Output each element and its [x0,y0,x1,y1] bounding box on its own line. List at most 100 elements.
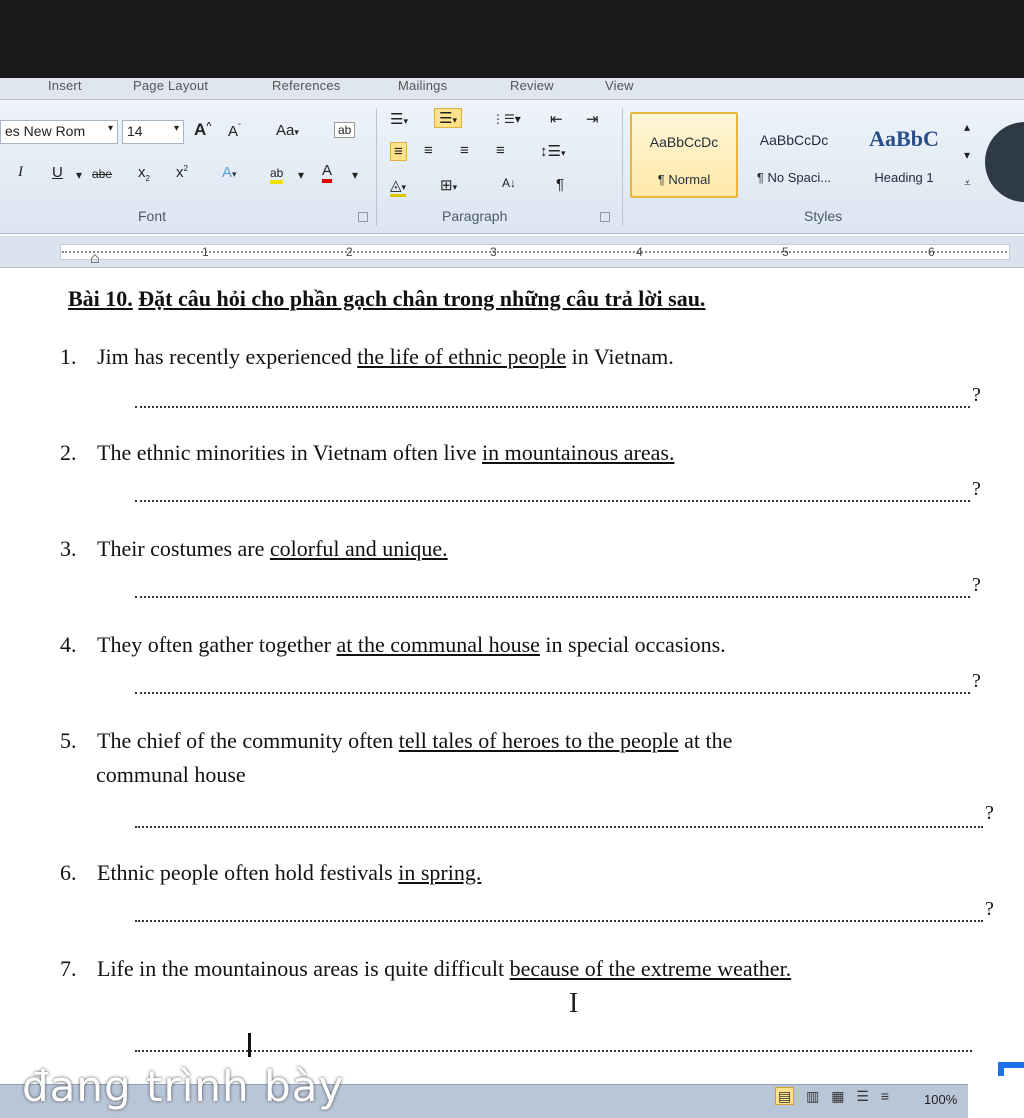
font-size-value: 14 [127,123,143,139]
question-text: Their costumes are [97,536,270,561]
style-heading-1[interactable]: AaBbC Heading 1 [850,112,958,198]
highlight-icon[interactable]: ab [270,166,284,184]
answer-line[interactable] [135,1034,975,1052]
align-right-icon[interactable]: ≡ [460,142,469,159]
font-size-box[interactable]: 14 ▾ [122,120,184,144]
question-number: 7. [60,956,77,981]
question-mark: ? [972,574,981,596]
view-buttons: ▤ ▥ ▦ ☰ ≡ [775,1087,889,1105]
paragraph-group-label: Paragraph [442,208,508,224]
question-text: Jim has recently experienced [97,344,358,369]
align-left-icon[interactable]: ≡ [390,142,407,161]
style-name: Heading 1 [874,170,934,185]
outline-icon[interactable]: ☰ [856,1088,869,1104]
tab-view[interactable]: View [605,78,634,93]
style-normal[interactable]: AaBbCcDc ¶ Normal [630,112,738,198]
print-layout-icon[interactable]: ▤ [775,1087,795,1105]
align-center-icon[interactable]: ≡ [424,142,433,159]
question-number: 6. [60,860,77,885]
ribbon-tabs: Insert Page Layout References Mailings R… [0,78,1024,100]
top-dark-bar [0,0,1024,80]
question-mark: ? [972,478,981,500]
italic-icon[interactable]: I [18,164,23,181]
answer-line[interactable] [135,810,983,828]
chevron-down-icon[interactable]: ▾ [108,123,113,134]
chevron-down-icon[interactable]: ▾ [298,168,304,182]
gallery-scroll-up-icon[interactable]: ▴ [964,120,970,134]
question-text: in special occasions. [539,632,726,657]
ruler-number: 6 [928,245,935,259]
document-page[interactable]: Bài 10. Đặt câu hỏi cho phần gạch chân t… [0,268,1024,1084]
superscript-icon[interactable]: x2 [176,164,188,181]
full-screen-reading-icon[interactable]: ▥ [806,1088,819,1104]
decrease-indent-icon[interactable]: ⇤ [550,110,563,128]
paragraph-dialog-launcher[interactable] [600,212,610,222]
grow-font-icon[interactable]: A^ [194,120,212,140]
gallery-more-icon[interactable]: ⩡ [964,176,971,191]
numbering-icon[interactable]: ☰▾ [434,108,462,128]
change-case-icon[interactable]: Aa▾ [276,122,299,139]
font-name-box[interactable]: es New Rom ▾ [0,120,118,144]
clear-formatting-icon[interactable]: ab [334,122,356,138]
subscript-icon[interactable]: x2 [138,164,150,183]
style-name: ¶ No Spaci... [756,170,832,185]
question-2: 2. The ethnic minorities in Vietnam often… [60,440,674,466]
underlined-phrase: the life of ethnic people [357,344,567,369]
ruler-number: 5 [782,245,789,259]
chevron-down-icon[interactable]: ▾ [76,168,82,182]
justify-icon[interactable]: ≡ [496,142,505,159]
draft-icon[interactable]: ≡ [881,1088,889,1104]
bullets-icon[interactable]: ☰▾ [390,110,408,128]
show-marks-icon[interactable]: ¶ [556,176,564,193]
question-number: 1. [60,344,77,369]
underlined-phrase: colorful and unique. [269,536,448,561]
question-text: in Vietnam. [566,344,674,369]
question-mark: ? [985,802,994,824]
style-sample: AaBbC [869,126,939,151]
answer-line[interactable] [135,580,970,598]
style-no-spacing[interactable]: AaBbCcDc ¶ No Spaci... [740,112,848,198]
question-text: The ethnic minorities in Vietnam often l… [97,440,483,465]
ruler-number: 1 [202,245,209,259]
zoom-level[interactable]: 100% [924,1092,957,1107]
chevron-down-icon[interactable]: ▾ [174,123,179,134]
sort-icon[interactable]: A↓ [502,176,516,190]
text-effects-icon[interactable]: A▾ [222,164,237,181]
tab-references[interactable]: References [272,78,340,93]
borders-icon[interactable]: ⊞▾ [440,176,457,194]
style-sample: AaBbCcDc [759,132,829,148]
question-number: 4. [60,632,77,657]
indent-marker-icon[interactable]: ⌂ [90,250,100,268]
font-color-icon[interactable]: A [322,162,333,183]
exercise-title: Bài 10. Đặt câu hỏi cho phần gạch chân t… [68,286,705,312]
gallery-scroll-down-icon[interactable]: ▾ [964,148,970,162]
underline-icon[interactable]: U [52,164,63,181]
question-5: 5. The chief of the community often tell … [60,728,732,754]
answer-line[interactable] [135,904,983,922]
ruler-number: 2 [346,245,353,259]
strikethrough-icon[interactable]: abe [92,167,112,181]
shading-icon[interactable]: ◬▾ [390,176,407,197]
tab-insert[interactable]: Insert [48,78,82,93]
ruler: ⌂ 1 2 3 4 5 6 [0,236,1024,268]
styles-gallery: AaBbCcDc ¶ Normal AaBbCcDc ¶ No Spaci...… [630,112,960,198]
tab-page-layout[interactable]: Page Layout [133,78,208,93]
font-dialog-launcher[interactable] [358,212,368,222]
question-number: 2. [60,440,77,465]
tab-mailings[interactable]: Mailings [398,78,447,93]
answer-line[interactable] [135,484,970,502]
line-spacing-icon[interactable]: ↕☰▾ [540,142,565,160]
multilevel-list-icon[interactable]: ⋮☰▾ [492,112,521,126]
text-caret [248,1033,251,1057]
answer-line[interactable] [135,676,970,694]
shrink-font-icon[interactable]: Aˇ [228,122,241,140]
increase-indent-icon[interactable]: ⇥ [586,110,599,128]
tab-review[interactable]: Review [510,78,554,93]
question-4: 4. They often gather together at the comm… [60,632,726,658]
ruler-number: 4 [636,245,643,259]
chevron-down-icon[interactable]: ▾ [352,168,358,182]
answer-line[interactable] [135,390,970,408]
web-layout-icon[interactable]: ▦ [831,1088,844,1104]
question-text: The chief of the community often [97,728,399,753]
underlined-phrase: tell tales of heroes to the people [398,728,679,753]
